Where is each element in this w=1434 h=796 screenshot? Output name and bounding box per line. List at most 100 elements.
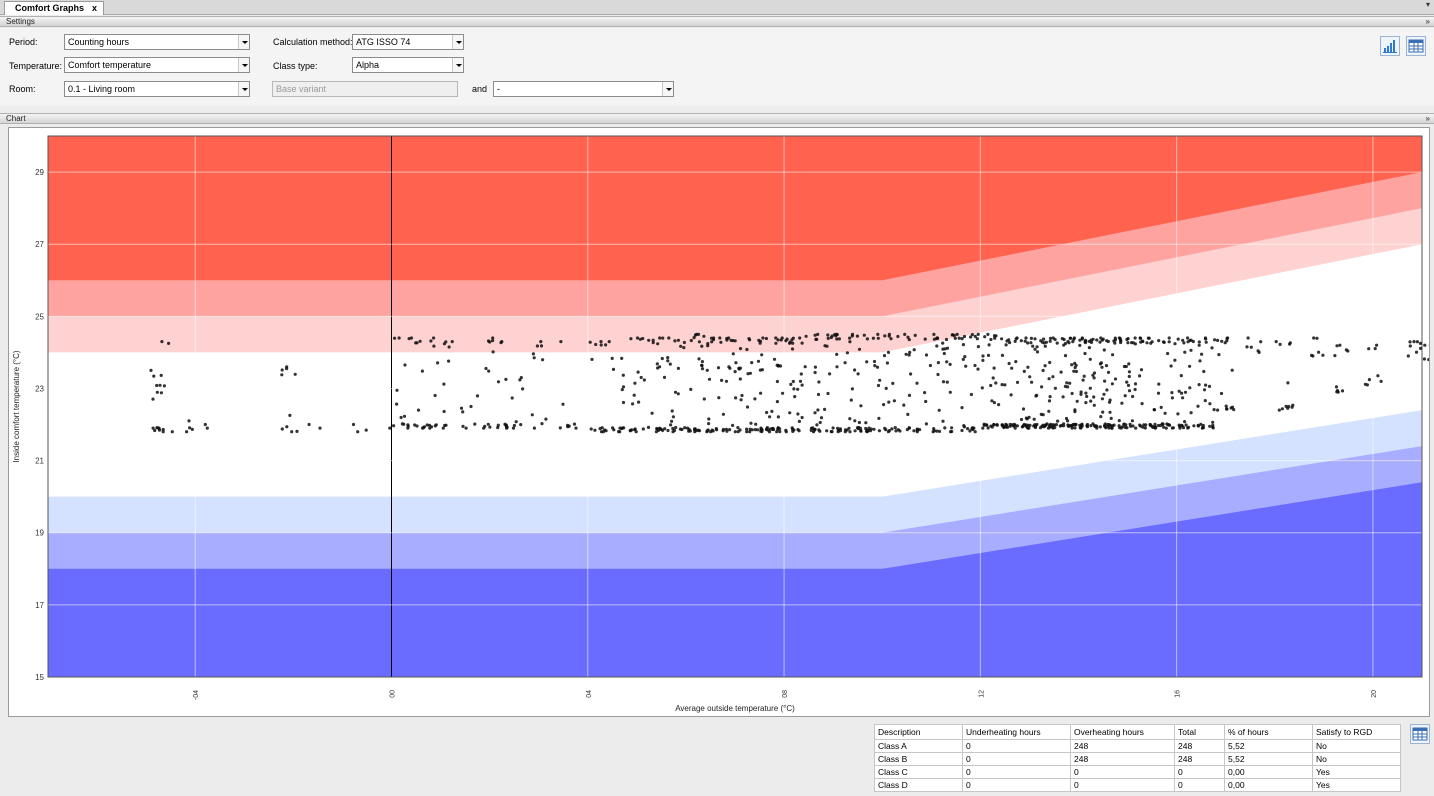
data-point: [1000, 353, 1005, 357]
data-point: [1139, 368, 1144, 372]
data-point: [904, 352, 908, 356]
results-header-cell[interactable]: Total: [1174, 724, 1225, 740]
data-point: [1131, 394, 1135, 399]
data-point: [1181, 396, 1185, 400]
data-point: [433, 424, 437, 428]
results-row[interactable]: Class D 0 0 0 0,00 Yes: [874, 778, 1401, 792]
data-point: [660, 356, 664, 361]
results-cell: Class D: [874, 778, 963, 792]
data-point: [1259, 340, 1263, 344]
data-point: [1081, 378, 1085, 382]
data-point: [414, 341, 418, 345]
data-point: [1208, 402, 1212, 406]
data-point: [804, 334, 808, 338]
collapse-icon[interactable]: »: [1426, 17, 1430, 26]
tab-comfort-graphs[interactable]: Comfort Graphs x: [4, 1, 105, 15]
data-point: [1219, 391, 1224, 396]
data-point: [883, 426, 887, 430]
data-point: [1035, 422, 1039, 427]
data-point: [816, 392, 821, 397]
data-point: [1154, 425, 1158, 430]
data-point: [948, 362, 952, 366]
tab-menu-icon[interactable]: ▾: [1426, 0, 1430, 9]
tab-close-button[interactable]: x: [92, 2, 97, 15]
data-point: [530, 413, 534, 417]
data-point: [673, 390, 678, 394]
data-point: [715, 428, 719, 432]
data-point: [1225, 407, 1229, 411]
data-point: [1278, 342, 1282, 346]
results-header-cell[interactable]: Description: [874, 724, 963, 740]
data-point: [188, 426, 192, 430]
data-point: [819, 416, 824, 420]
data-point: [700, 367, 705, 371]
class-type-dropdown[interactable]: Alpha: [352, 57, 464, 73]
data-point: [823, 407, 827, 411]
data-point: [945, 380, 949, 384]
results-header-cell[interactable]: Underheating hours: [962, 724, 1071, 740]
results-header-cell[interactable]: Satisfy to RGD: [1312, 724, 1401, 740]
data-point: [409, 336, 414, 340]
data-point: [1183, 420, 1187, 424]
temperature-dropdown[interactable]: Comfort temperature: [64, 57, 250, 73]
data-point: [415, 424, 419, 428]
data-point: [1224, 404, 1228, 408]
data-point: [532, 426, 537, 430]
data-point: [1103, 422, 1107, 426]
results-row[interactable]: Class A 0 248 248 5,52 No: [874, 739, 1401, 753]
results-row[interactable]: Class B 0 248 248 5,52 No: [874, 752, 1401, 766]
data-point: [1171, 426, 1175, 430]
data-point: [469, 404, 473, 409]
results-header-cell[interactable]: % of hours: [1224, 724, 1313, 740]
data-point: [674, 425, 678, 430]
data-point: [190, 427, 194, 431]
data-point: [1344, 348, 1348, 352]
data-point: [995, 423, 999, 427]
data-point: [876, 336, 880, 340]
data-point: [1204, 337, 1208, 341]
data-point: [754, 422, 758, 426]
data-point: [791, 336, 795, 340]
data-point: [280, 427, 284, 431]
room-dropdown[interactable]: 0.1 - Living room: [64, 81, 250, 97]
data-point: [1123, 394, 1127, 398]
settings-section-header[interactable]: Settings »: [0, 16, 1434, 27]
data-point: [961, 357, 965, 361]
data-point: [1087, 346, 1091, 350]
data-point: [1041, 368, 1045, 373]
data-point: [1092, 403, 1096, 407]
data-point: [427, 423, 432, 427]
results-header-cell[interactable]: Overheating hours: [1070, 724, 1175, 740]
data-point: [1110, 382, 1114, 386]
x-axis-label: Average outside temperature (°C): [675, 704, 795, 713]
data-point: [987, 343, 991, 347]
data-point: [459, 406, 464, 410]
table-view-button[interactable]: [1406, 36, 1426, 56]
data-point: [1092, 395, 1096, 399]
data-point: [1277, 408, 1281, 412]
data-point: [1048, 423, 1052, 427]
period-dropdown[interactable]: Counting hours: [64, 34, 250, 50]
data-point: [725, 338, 729, 342]
data-point: [672, 428, 677, 433]
data-point: [442, 342, 446, 346]
data-point: [707, 377, 712, 381]
data-point: [447, 359, 451, 363]
data-point: [1055, 341, 1059, 345]
data-point: [574, 426, 578, 430]
results-row[interactable]: Class C 0 0 0 0,00 Yes: [874, 765, 1401, 779]
collapse-icon[interactable]: »: [1426, 114, 1430, 123]
data-point: [1088, 386, 1092, 390]
data-point: [1163, 411, 1167, 415]
data-point: [923, 391, 927, 395]
data-point: [642, 378, 647, 382]
data-point: [707, 422, 711, 426]
data-point: [848, 340, 852, 344]
chart-section-header[interactable]: Chart »: [0, 113, 1434, 124]
data-point: [620, 388, 624, 392]
calculation-method-dropdown[interactable]: ATG ISSO 74: [352, 34, 464, 50]
results-table-button[interactable]: [1410, 724, 1430, 744]
temperature-value: Comfort temperature: [68, 60, 152, 70]
compare-variant-dropdown[interactable]: -: [493, 81, 674, 97]
chart-view-button[interactable]: [1380, 36, 1400, 56]
